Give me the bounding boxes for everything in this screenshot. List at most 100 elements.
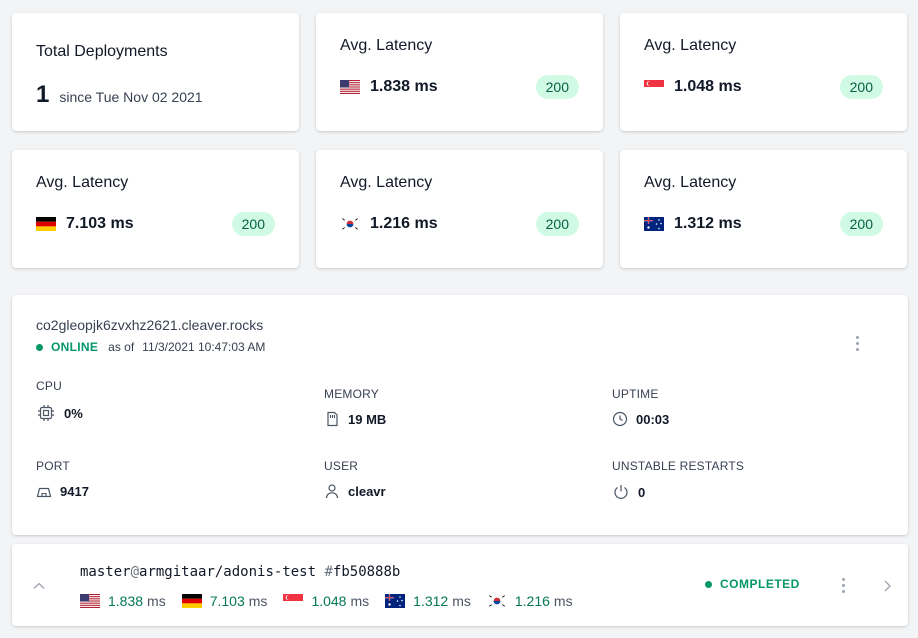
cpu-metric: CPU 0% — [36, 379, 83, 423]
latency-row: 1.838 ms 200 — [340, 73, 579, 101]
latency-row: 1.312 ms 200 — [644, 210, 883, 238]
latency-value: 7.103 ms — [66, 215, 134, 232]
total-deployments-since: since Tue Nov 02 2021 — [59, 89, 203, 105]
latency-card-title: Avg. Latency — [340, 37, 433, 54]
latency-value: 1.312 ms — [674, 215, 742, 232]
cpu-value: 0% — [64, 405, 83, 421]
latency-item-us: 1.838 ms — [80, 593, 166, 609]
latency-item-kr: 1.216 ms — [486, 593, 573, 609]
kr-flag-icon — [486, 594, 507, 608]
status-badge: 200 — [839, 212, 883, 236]
latency-card-us: Avg. Latency 1.838 ms 200 — [316, 13, 603, 131]
latency-unit: ms — [248, 593, 268, 609]
status-badge: 200 — [535, 212, 579, 236]
power-icon — [614, 485, 628, 499]
latency-value: 1.048 — [311, 593, 347, 609]
chevron-right-icon[interactable] — [881, 579, 893, 593]
cpu-icon — [38, 405, 54, 421]
status-badge: 200 — [231, 212, 275, 236]
latency-item-sg: 1.048 ms — [283, 593, 369, 609]
commit-hash: fb50888b — [332, 564, 401, 580]
memory-label: MEMORY — [324, 387, 379, 401]
latency-item-de: 7.103 ms — [181, 593, 268, 609]
as-of-label: as of — [108, 340, 135, 354]
latency-card-au: Avg. Latency 1.312 ms 200 — [620, 150, 907, 268]
latency-value: 1.312 — [413, 593, 449, 609]
user-metric: USER cleavr — [324, 459, 386, 499]
memory-metric: MEMORY 19 MB — [324, 387, 386, 427]
chevron-up-icon[interactable] — [32, 579, 46, 593]
deployment-ref: master@armgitaar/adonis-test #fb50888b — [80, 564, 400, 580]
user-label: USER — [324, 459, 359, 473]
kr-flag-icon — [340, 217, 360, 231]
hash-sign: # — [324, 564, 333, 580]
latency-card-kr: Avg. Latency 1.216 ms 200 — [316, 150, 603, 268]
at-sign: @ — [130, 564, 140, 580]
latency-value: 1.838 — [108, 593, 144, 609]
total-deployments-card: Total Deployments 1 since Tue Nov 02 202… — [12, 13, 299, 131]
latency-unit: ms — [553, 593, 573, 609]
port-icon — [36, 487, 52, 498]
au-flag-icon — [385, 594, 406, 608]
latency-item-au: 1.312 ms — [385, 593, 471, 609]
repo-name: armgitaar/adonis-test — [139, 564, 317, 580]
port-value: 9417 — [60, 483, 89, 499]
user-value: cleavr — [348, 483, 386, 499]
user-icon — [325, 484, 339, 499]
latency-row: 1.216 ms 200 — [340, 210, 579, 238]
port-metric: PORT 9417 — [36, 459, 89, 499]
latency-card-de: Avg. Latency 7.103 ms 200 — [12, 150, 299, 268]
latency-card-title: Avg. Latency — [36, 174, 129, 191]
latency-card-title: Avg. Latency — [340, 174, 433, 191]
unstable-restarts-label: UNSTABLE RESTARTS — [612, 459, 745, 473]
total-deployments-title: Total Deployments — [36, 43, 168, 60]
latency-card-sg: Avg. Latency 1.048 ms 200 — [620, 13, 907, 131]
as-of-time: 11/3/2021 10:47:03 AM — [142, 340, 266, 354]
us-flag-icon — [80, 594, 100, 608]
deployment-latencies: 1.838 ms 7.103 ms 1.048 ms 1.312 ms 1.216 ms — [80, 593, 589, 609]
de-flag-icon — [181, 594, 202, 608]
deployment-more-options-icon[interactable] — [842, 578, 846, 593]
status-dot-icon — [705, 580, 712, 588]
latency-value: 1.048 ms — [674, 78, 742, 95]
latency-value: 1.216 — [514, 593, 550, 609]
branch-name: master — [80, 564, 131, 580]
au-flag-icon — [644, 217, 664, 231]
latency-unit: ms — [452, 593, 471, 609]
latency-row: 7.103 ms 200 — [36, 210, 275, 238]
latency-unit: ms — [350, 593, 370, 609]
status-dot-icon — [36, 343, 43, 351]
deployment-status-label: COMPLETED — [720, 577, 800, 591]
server-hostname: co2gleopjk6zvxhz2621.cleaver.rocks — [36, 317, 264, 333]
de-flag-icon — [36, 217, 56, 231]
cpu-label: CPU — [36, 379, 62, 393]
status-badge: 200 — [839, 75, 883, 99]
latency-card-title: Avg. Latency — [644, 174, 737, 191]
server-status-line: ONLINE as of 11/3/2021 10:47:03 AM — [36, 340, 265, 354]
unstable-restarts-value: 0 — [638, 484, 646, 500]
server-more-options-icon[interactable] — [856, 336, 860, 351]
sg-flag-icon — [644, 80, 664, 94]
uptime-label: UPTIME — [612, 387, 659, 401]
latency-value: 1.838 ms — [370, 78, 438, 95]
unstable-restarts-metric: UNSTABLE RESTARTS 0 — [612, 459, 744, 501]
latency-card-title: Avg. Latency — [644, 37, 737, 54]
port-label: PORT — [36, 459, 70, 473]
memory-card-icon — [327, 411, 338, 427]
latency-row: 1.048 ms 200 — [644, 73, 883, 101]
server-status: ONLINE — [51, 340, 99, 354]
uptime-metric: UPTIME 00:03 — [612, 387, 669, 427]
uptime-value: 00:03 — [636, 411, 670, 427]
status-badge: 200 — [535, 75, 579, 99]
total-deployments-count: 1 — [36, 81, 50, 108]
deployment-row[interactable]: master@armgitaar/adonis-test #fb50888b 1… — [12, 544, 908, 626]
latency-value: 7.103 — [209, 593, 245, 609]
memory-value: 19 MB — [348, 411, 387, 427]
us-flag-icon — [340, 80, 360, 94]
latency-unit: ms — [147, 593, 166, 609]
latency-value: 1.216 ms — [370, 215, 438, 232]
sg-flag-icon — [283, 594, 304, 608]
clock-icon — [612, 411, 628, 427]
total-deployments-row: 1 since Tue Nov 02 2021 — [36, 81, 203, 109]
server-card: co2gleopjk6zvxhz2621.cleaver.rocks ONLIN… — [12, 295, 908, 535]
